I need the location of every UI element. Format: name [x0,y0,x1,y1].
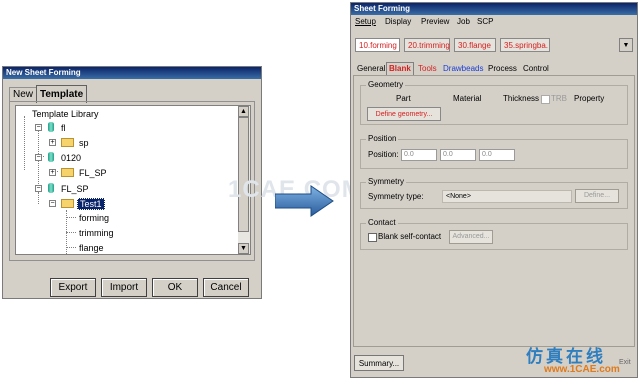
tree-item-fl[interactable]: fl [61,123,66,133]
ok-button[interactable]: OK [152,278,198,297]
folder-icon [61,168,74,177]
cylinder-icon [48,183,54,193]
collapse-icon[interactable]: − [35,124,42,131]
process-tabs: 10.forming 20.trimming 30.flange 35.spri… [355,38,637,53]
tree-item-trimming[interactable]: trimming [79,228,114,238]
tree-item-sp[interactable]: sp [79,138,89,148]
tab-tools[interactable]: Tools [416,63,439,75]
position-group: Position Position: 0.0 0.0 0.0 [360,134,628,169]
process-tab-trimming[interactable]: 20.trimming [404,38,450,52]
scroll-down-icon[interactable]: ▼ [238,243,249,254]
summary-button[interactable]: Summary... [354,355,404,371]
scroll-up-icon[interactable]: ▲ [238,106,249,117]
process-tab-springback[interactable]: 35.springba. [500,38,550,52]
tab-blank[interactable]: Blank [386,62,414,75]
template-tree[interactable]: Template Library − fl + sp − 0120 + FL_S… [15,105,251,255]
tree-item-fl-sp[interactable]: FL_SP [61,184,89,194]
header-part: Part [396,94,411,103]
tab-new[interactable]: New [9,87,38,102]
symmetry-type-select[interactable]: <None> [442,190,572,203]
advanced-button[interactable]: Advanced... [449,230,493,244]
tree-item-forming[interactable]: forming [79,213,109,223]
tree-item-test1[interactable]: Test1 [77,198,105,210]
collapse-icon[interactable]: − [35,185,42,192]
tree-item-fl-sp-folder[interactable]: FL_SP [79,168,107,178]
cancel-button[interactable]: Cancel [203,278,249,297]
menu-job[interactable]: Job [457,16,470,28]
position-y-input[interactable]: 0.0 [440,149,476,161]
scroll-thumb[interactable] [238,117,249,232]
site-logo: 仿真在线 www.1CAE.com [516,342,638,378]
menu-bar: Setup Display Preview Job SCP [353,16,633,28]
cylinder-icon [48,152,54,162]
blank-self-contact-checkbox[interactable] [368,233,377,242]
contact-group: Contact Blank self-contact Advanced... [360,218,628,250]
logo-url: www.1CAE.com [544,364,620,375]
position-title: Position [366,134,399,143]
cylinder-icon [48,122,54,132]
geometry-group: Geometry Part Material Thickness TRB Pro… [360,80,628,125]
tree-root[interactable]: Template Library [32,109,99,119]
blank-self-contact-label: Blank self-contact [378,232,442,241]
symmetry-group: Symmetry Symmetry type: <None> Define... [360,177,628,209]
position-label: Position: [368,150,399,159]
dialog-title: New Sheet Forming [3,67,261,79]
trb-checkbox[interactable] [541,95,550,104]
menu-scp[interactable]: SCP [477,16,493,28]
header-thickness: Thickness [503,94,540,103]
menu-setup[interactable]: Setup [355,16,376,28]
menu-preview[interactable]: Preview [421,16,449,28]
import-button[interactable]: Import [101,278,147,297]
property-tabs: General Blank Tools Drawbeads Process Co… [355,62,635,75]
process-tab-forming[interactable]: 10.forming [355,38,400,52]
expand-icon[interactable]: + [49,169,56,176]
position-x-input[interactable]: 0.0 [401,149,437,161]
symmetry-define-button[interactable]: Define... [575,189,619,203]
tab-control[interactable]: Control [521,63,551,75]
symmetry-label: Symmetry type: [368,192,424,201]
define-geometry-button[interactable]: Define geometry... [367,107,441,121]
process-tab-flange[interactable]: 30.flange [454,38,496,52]
geometry-title: Geometry [366,80,406,89]
header-property: Property [574,94,605,103]
window-title: Sheet Forming [351,3,637,15]
tab-process[interactable]: Process [486,63,519,75]
tab-scroll-icon[interactable]: ▼ [619,38,633,52]
header-trb: TRB [551,94,567,103]
sheet-forming-window: Sheet Forming Setup Display Preview Job … [350,2,638,378]
position-z-input[interactable]: 0.0 [479,149,515,161]
arrow-right-icon [275,185,334,217]
expand-icon[interactable]: + [49,139,56,146]
open-folder-icon [61,199,74,208]
export-button[interactable]: Export [50,278,96,297]
new-sheet-forming-dialog: New Sheet Forming New Template Template … [2,66,262,299]
tab-drawbeads[interactable]: Drawbeads [441,63,485,75]
menu-display[interactable]: Display [385,16,411,28]
tab-general[interactable]: General [355,63,387,75]
tree-item-0120[interactable]: 0120 [61,153,81,163]
symmetry-title: Symmetry [366,177,406,186]
folder-icon [61,138,74,147]
collapse-icon[interactable]: − [35,154,42,161]
header-material: Material [453,94,482,103]
tree-item-flange[interactable]: flange [79,243,104,253]
collapse-icon[interactable]: − [49,200,56,207]
contact-title: Contact [366,218,398,227]
